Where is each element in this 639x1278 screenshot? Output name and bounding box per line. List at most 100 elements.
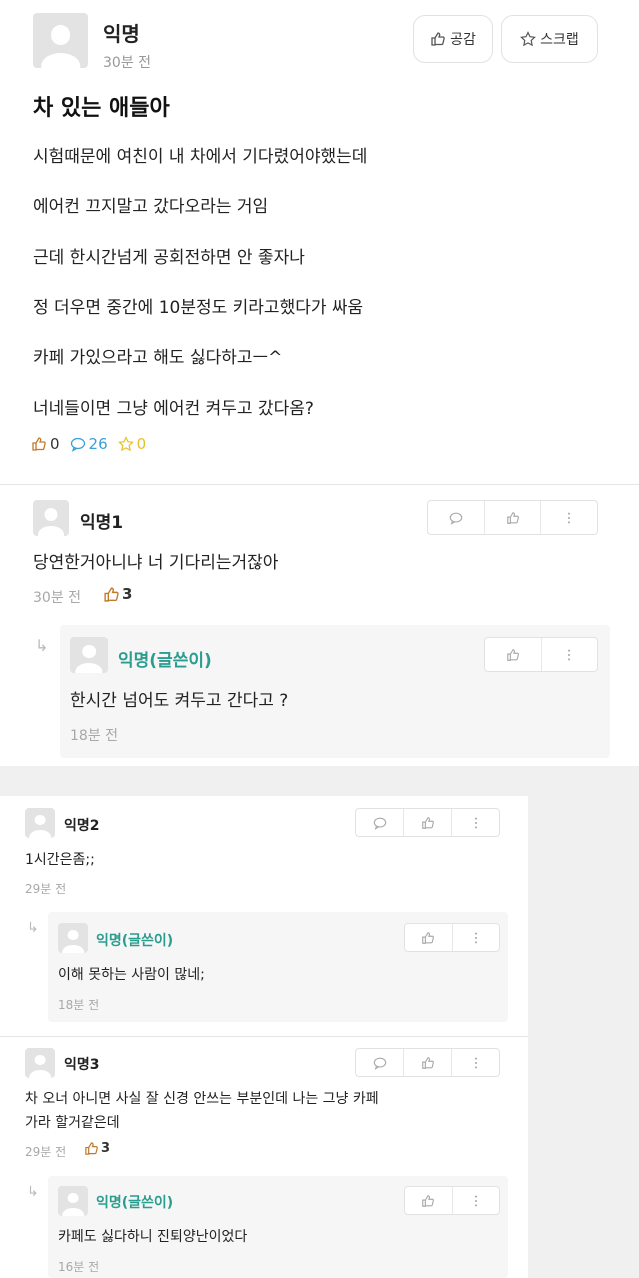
reply-time: 16분 전 <box>58 1260 100 1274</box>
post-scrap-button[interactable]: 스크랩 <box>501 15 598 63</box>
post-body-line: 에어컨 끄지말고 갔다오라는 거임 <box>33 197 269 217</box>
reply-actions <box>404 923 500 952</box>
reply-avatar <box>70 637 108 673</box>
reply-actions <box>484 637 598 672</box>
comment-time: 29분 전 <box>25 1145 67 1159</box>
post: 익명 30분 전 공감 스크랩 차 있는 애들아 시험때문에 여친이 내 차에서… <box>0 0 639 482</box>
like-count-value: 3 <box>101 1141 111 1156</box>
more-button[interactable] <box>540 638 598 671</box>
comment-time: 30분 전 <box>33 590 82 606</box>
reply-author: 익명(글쓴이) <box>96 933 174 949</box>
post-like-button[interactable]: 공감 <box>413 15 493 63</box>
reply-text: 이해 못하는 사람이 많네; <box>58 967 205 983</box>
thumbs-up-icon <box>32 437 46 451</box>
speech-bubble-icon <box>373 817 386 830</box>
more-vertical-icon <box>474 1195 477 1206</box>
reply-time: 18분 전 <box>70 728 119 744</box>
reply-avatar <box>58 1186 88 1216</box>
post-stats: 0 26 0 <box>31 435 146 453</box>
reply-author: 익명(글쓴이) <box>96 1195 174 1211</box>
reply-arrow-icon: ↳ <box>27 920 39 936</box>
more-vertical-icon <box>474 817 477 828</box>
comment-like-count: 3 <box>103 585 132 603</box>
post-author-avatar <box>33 13 88 68</box>
more-button[interactable] <box>451 1049 499 1076</box>
more-button[interactable] <box>451 809 499 836</box>
more-vertical-icon <box>568 512 571 523</box>
comment-author: 익명3 <box>64 1057 100 1073</box>
post-like-count: 0 <box>31 435 60 453</box>
more-button[interactable] <box>451 924 500 951</box>
reply-button[interactable] <box>356 1049 403 1076</box>
thumbs-up-icon <box>431 32 445 46</box>
reply-time: 18분 전 <box>58 998 100 1012</box>
comment-actions <box>355 1048 500 1077</box>
like-button[interactable] <box>483 501 541 534</box>
more-button[interactable] <box>540 501 597 534</box>
like-count-value: 0 <box>50 435 60 453</box>
more-vertical-icon <box>568 649 571 660</box>
thumbs-up-icon <box>104 586 119 602</box>
star-icon <box>520 31 537 47</box>
thumbs-up-icon <box>506 511 519 524</box>
more-vertical-icon <box>474 1057 477 1068</box>
post-body-line: 카페 가있으라고 해도 싫다하고ㅡ^ <box>33 348 283 368</box>
comment-actions <box>355 808 500 837</box>
post-time: 30분 전 <box>103 55 152 71</box>
divider <box>0 1036 528 1037</box>
post-scrap-count: 0 <box>117 435 147 453</box>
like-button[interactable] <box>405 1187 452 1214</box>
thumbs-up-icon <box>506 648 519 661</box>
comment-avatar <box>33 500 69 536</box>
post-body-line: 정 더우면 중간에 10분정도 키라고했다가 싸움 <box>33 298 364 318</box>
comment-text-line: 가라 할거같은데 <box>25 1115 120 1131</box>
thumbs-up-icon <box>422 1194 435 1207</box>
reply-button[interactable] <box>356 809 403 836</box>
like-button[interactable] <box>403 1049 451 1076</box>
comment-count-value: 26 <box>88 435 108 453</box>
comment-text: 당연한거아니냐 너 기다리는거잖아 <box>33 553 279 573</box>
speech-bubble-icon <box>70 437 85 452</box>
thumbs-up-icon <box>85 1142 98 1155</box>
star-icon <box>117 436 134 452</box>
comment-text: 1시간은좀;; <box>25 852 95 868</box>
comment-time: 29분 전 <box>25 882 67 896</box>
comment-avatar <box>25 808 55 838</box>
reply-text: 한시간 넘어도 켜두고 간다고 ? <box>70 691 289 711</box>
like-button[interactable] <box>485 638 541 671</box>
like-button[interactable] <box>405 924 452 951</box>
reply-author: 익명(글쓴이) <box>118 651 212 671</box>
thumbs-up-icon <box>421 1056 434 1069</box>
reply-actions <box>404 1186 500 1215</box>
divider <box>0 484 639 485</box>
section-gap <box>0 766 639 796</box>
speech-bubble-icon <box>373 1057 386 1070</box>
reply-arrow-icon: ↳ <box>35 636 49 655</box>
like-count-value: 3 <box>122 585 133 603</box>
comment-text-line: 차 오너 아니면 사실 잘 신경 안쓰는 부분인데 나는 그냥 카페 <box>25 1091 379 1107</box>
post-title: 차 있는 애들아 <box>33 96 170 121</box>
comment-like-count: 3 <box>84 1141 110 1156</box>
post-body-line: 너네들이면 그냥 에어컨 켜두고 갔다옴? <box>33 399 314 419</box>
post-body-line: 근데 한시간넘게 공회전하면 안 좋자나 <box>33 248 305 268</box>
comment-author: 익명2 <box>64 818 100 834</box>
more-button[interactable] <box>451 1187 500 1214</box>
post-comment-count: 26 <box>70 435 108 453</box>
reply-avatar <box>58 923 88 953</box>
post-like-label: 공감 <box>450 32 476 48</box>
reply-arrow-icon: ↳ <box>27 1184 39 1200</box>
post-author: 익명 <box>103 22 140 46</box>
comment-actions <box>427 500 598 535</box>
speech-bubble-icon <box>449 512 463 525</box>
more-vertical-icon <box>474 932 477 943</box>
side-gap <box>528 796 639 1278</box>
reply-button[interactable] <box>428 501 484 534</box>
comment-avatar <box>25 1048 55 1078</box>
reply-text: 카페도 싫다하니 진퇴양난이었다 <box>58 1229 248 1245</box>
like-button[interactable] <box>403 809 451 836</box>
scrap-count-value: 0 <box>136 435 147 453</box>
comment-author: 익명1 <box>80 513 124 533</box>
post-scrap-label: 스크랩 <box>540 32 579 48</box>
post-body-line: 시험때문에 여친이 내 차에서 기다렸어야했는데 <box>33 147 368 167</box>
thumbs-up-icon <box>421 816 434 829</box>
